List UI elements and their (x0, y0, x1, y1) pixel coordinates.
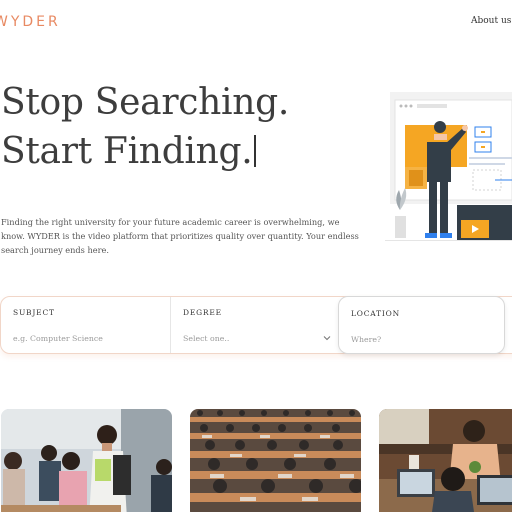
nav-about-link[interactable]: About us (471, 16, 511, 26)
location-label: LOCATION (351, 309, 400, 318)
degree-selected-value[interactable]: Select one.. (183, 334, 229, 343)
degree-label: DEGREE (183, 308, 222, 317)
headline-line-1: Stop Searching. (1, 82, 289, 123)
photo-students-laptops[interactable] (379, 409, 512, 512)
subject-label: SUBJECT (13, 308, 55, 317)
subject-field[interactable]: SUBJECT e.g. Computer Science (1, 297, 170, 353)
headline-line-2: Start Finding. (1, 127, 289, 176)
hero-intro: Finding the right university for your fu… (1, 217, 359, 255)
headline-line-2-text: Start Finding. (1, 131, 253, 172)
subject-input[interactable]: e.g. Computer Science (13, 334, 103, 343)
location-input[interactable]: Where? (351, 335, 381, 344)
search-bar: SUBJECT e.g. Computer Science DEGREE Sel… (0, 296, 512, 354)
logo[interactable]: WYDER (0, 14, 61, 30)
text-caret (254, 135, 257, 167)
photo-lecture-hall[interactable] (190, 409, 361, 512)
person-at-board-illustration (385, 90, 512, 245)
hero-headline: Stop Searching. Start Finding. (1, 78, 289, 176)
degree-select[interactable]: DEGREE Select one.. (170, 297, 338, 353)
location-field[interactable]: LOCATION Where? (338, 296, 505, 354)
chevron-down-icon[interactable] (323, 334, 331, 342)
photo-students-classroom[interactable] (1, 409, 172, 512)
